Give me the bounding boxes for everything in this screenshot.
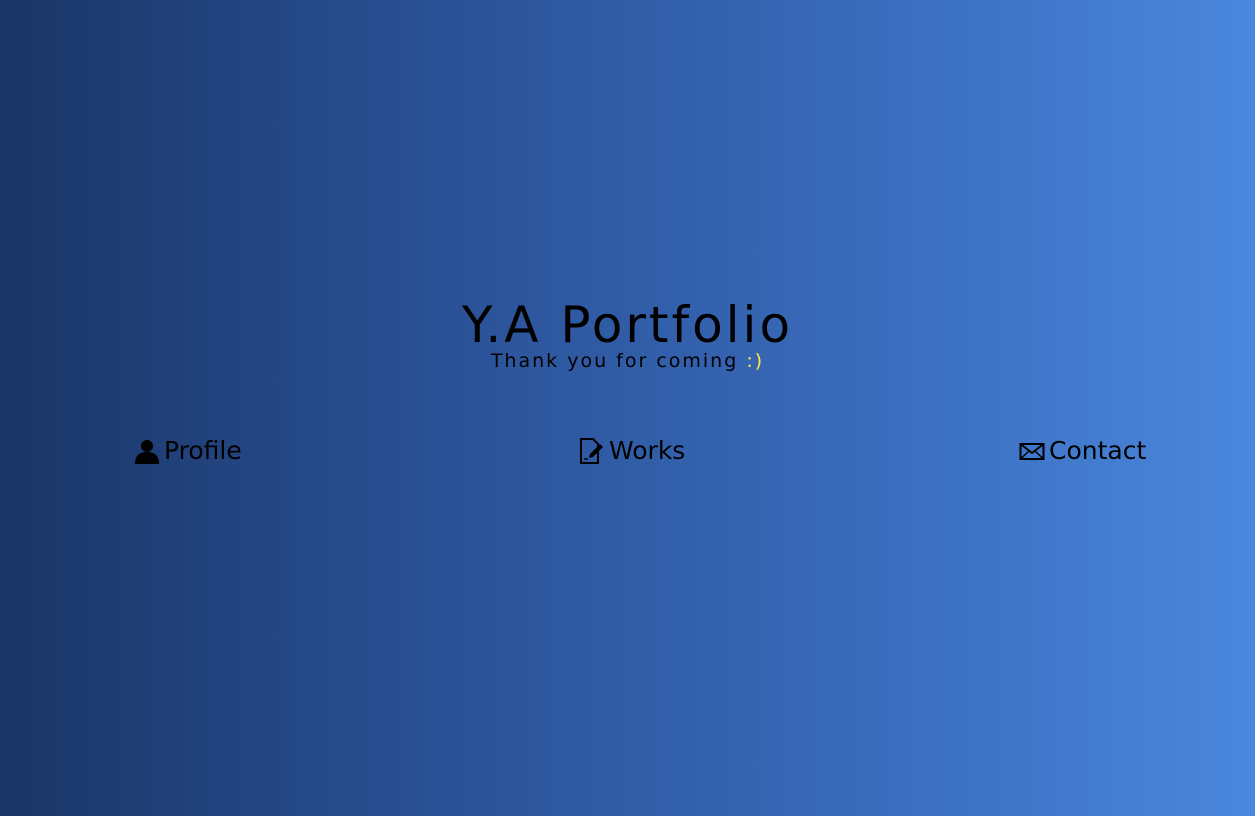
hero: Y.A Portfolio Thank you for coming :)	[0, 292, 1255, 374]
nav-works-label: Works	[609, 436, 686, 465]
nav-profile-link[interactable]: Profile	[134, 434, 242, 468]
nav-works-link[interactable]: Works	[579, 434, 685, 468]
site-subtitle: Thank you for coming :)	[0, 348, 1255, 374]
nav-contact-link[interactable]: Contact	[1019, 434, 1146, 468]
envelope-icon	[1019, 440, 1045, 462]
subtitle-text: Thank you for coming	[490, 350, 747, 372]
smiley-text: :)	[746, 350, 765, 372]
nav-contact-label: Contact	[1049, 436, 1147, 465]
nav-profile-label: Profile	[164, 436, 242, 465]
document-edit-icon	[579, 437, 605, 465]
user-icon	[134, 438, 160, 464]
